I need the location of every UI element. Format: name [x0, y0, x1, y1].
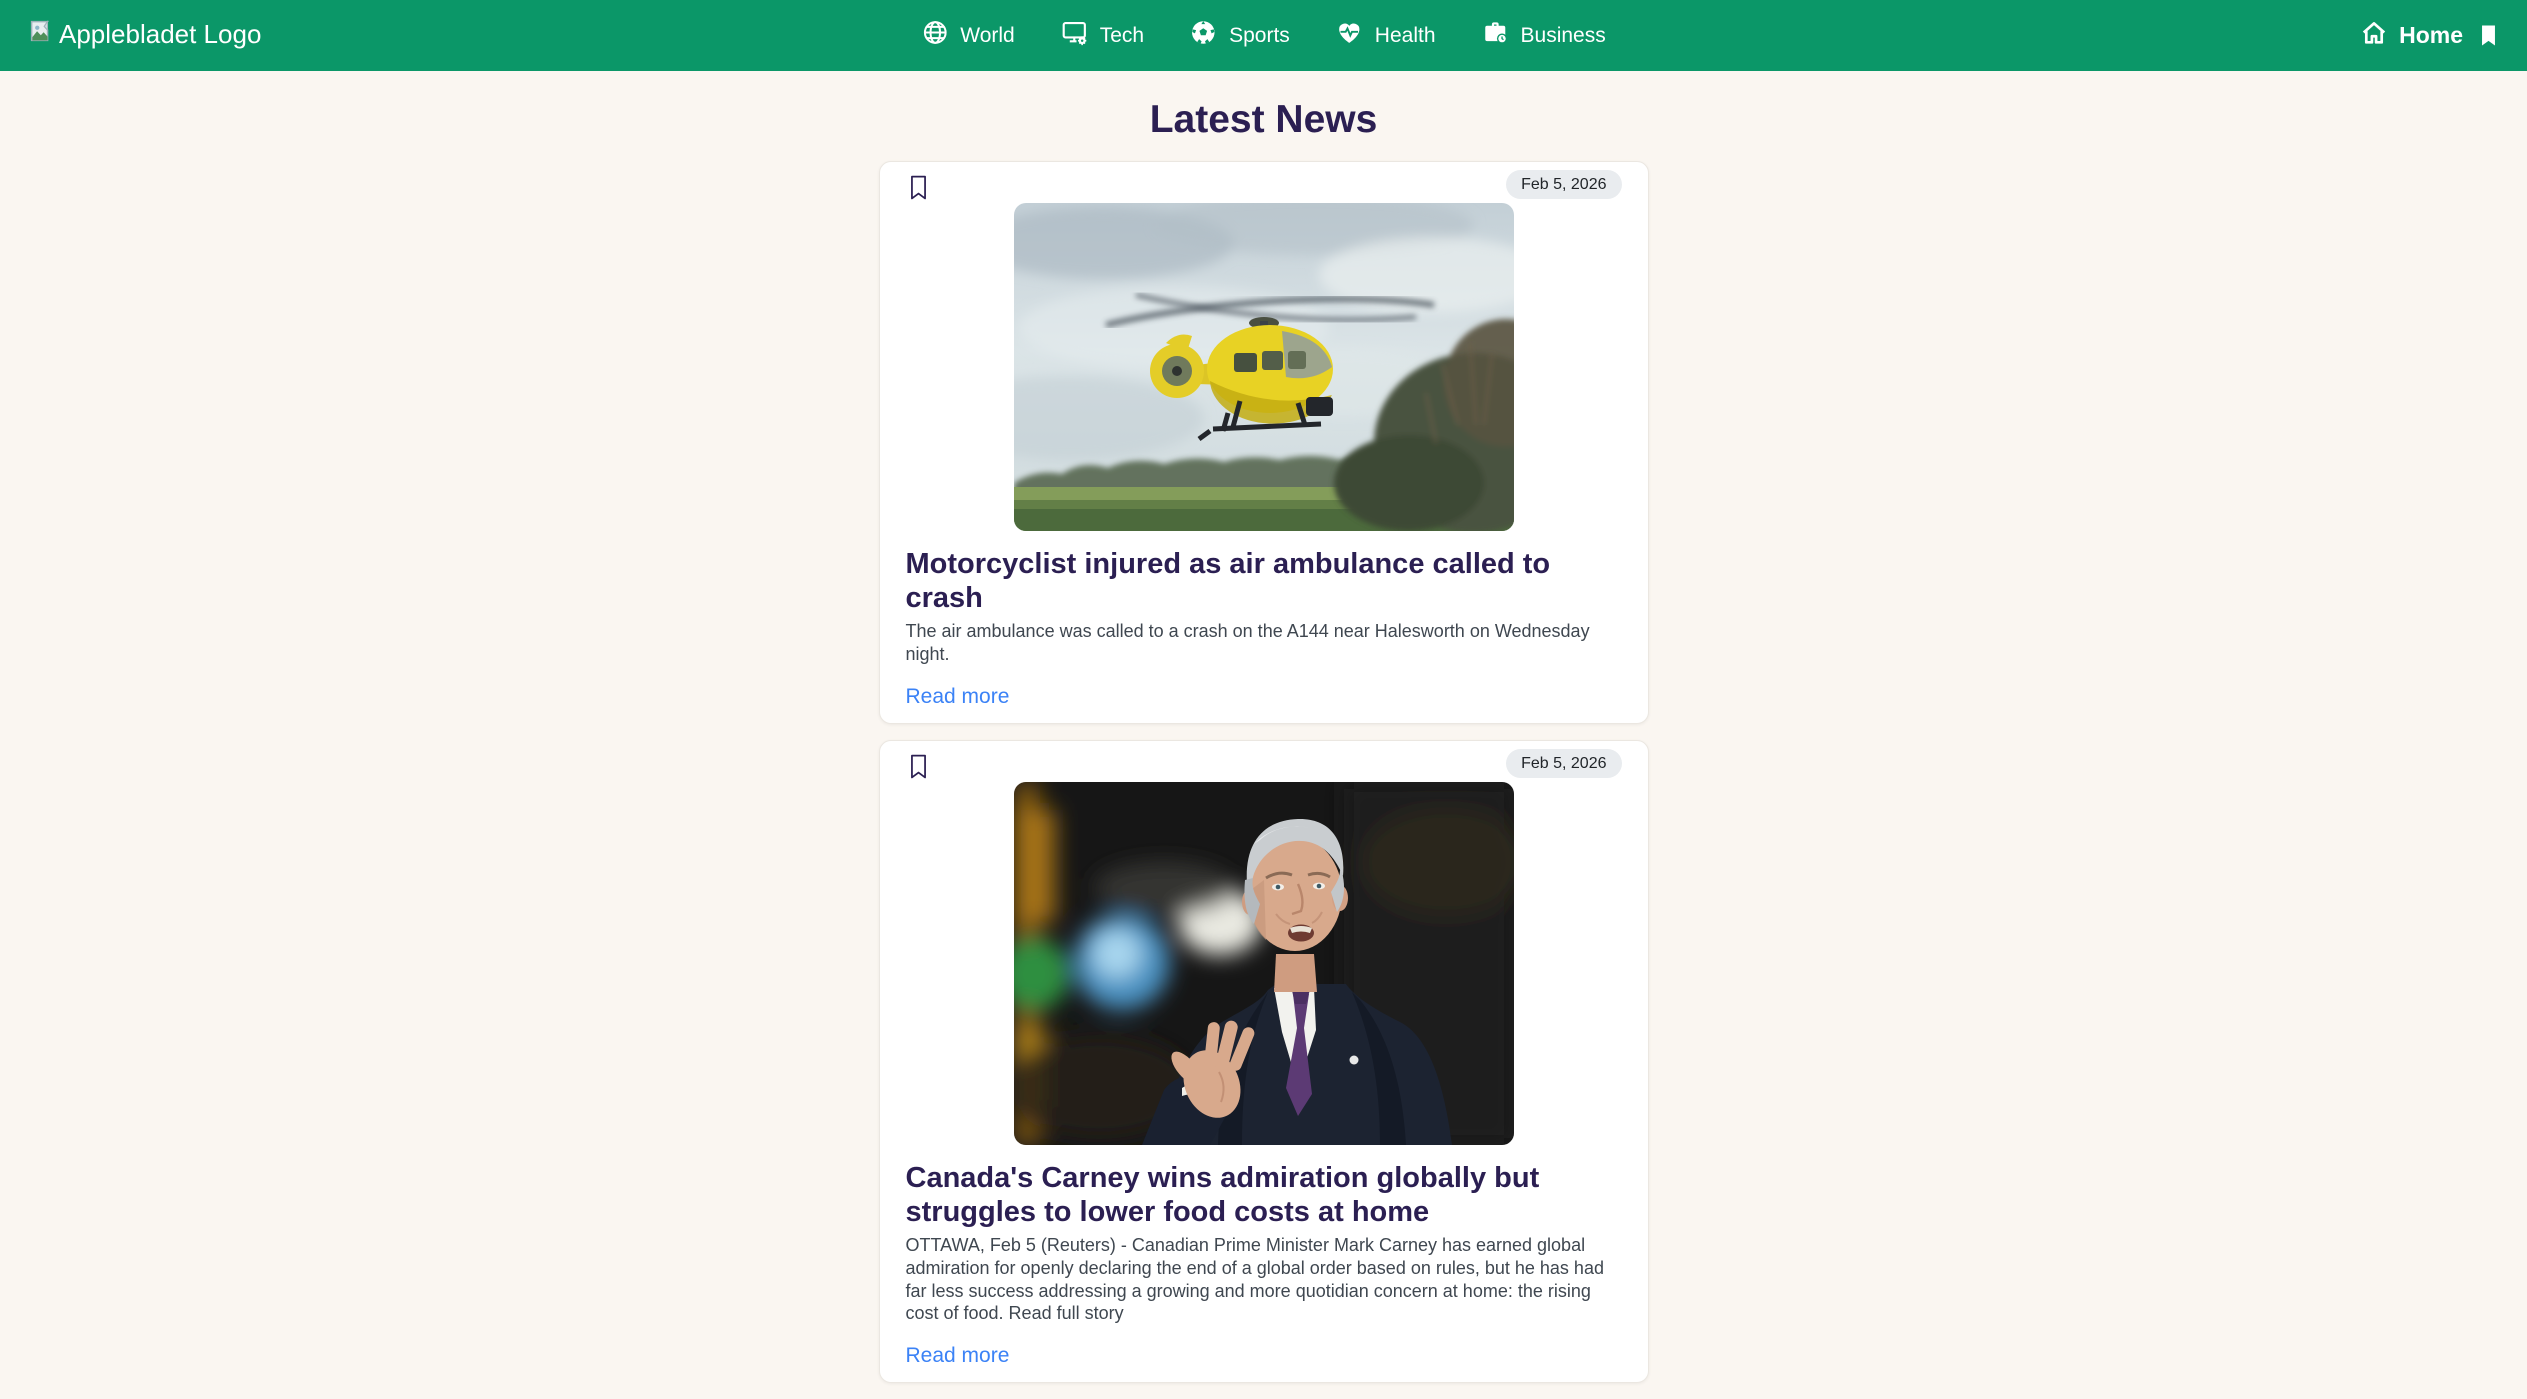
home-link[interactable]: Home	[2360, 19, 2463, 53]
monitor-gear-icon	[1061, 19, 1088, 52]
article-image-helicopter	[1014, 203, 1514, 531]
nav-item-sports[interactable]: Sports	[1190, 19, 1290, 52]
main-nav: World Tech	[921, 0, 1605, 71]
heart-pulse-icon	[1336, 19, 1363, 52]
article-card: Feb 5, 2026	[879, 740, 1649, 1383]
bookmark-outline-icon[interactable]	[908, 753, 929, 780]
soccer-ball-icon	[1190, 19, 1217, 52]
nav-label: World	[960, 24, 1014, 48]
read-more-link[interactable]: Read more	[906, 685, 1010, 709]
page-title: Latest News	[0, 98, 2527, 142]
article-card: Feb 5, 2026	[879, 161, 1649, 724]
logo-alt-text: Applebladet Logo	[59, 20, 261, 49]
article-date-badge: Feb 5, 2026	[1506, 170, 1621, 199]
article-title: Canada's Carney wins admiration globally…	[906, 1161, 1622, 1229]
bookmark-outline-icon[interactable]	[908, 174, 929, 201]
article-feed: Feb 5, 2026	[879, 161, 1649, 1399]
nav-item-tech[interactable]: Tech	[1061, 19, 1144, 52]
article-title: Motorcyclist injured as air ambulance ca…	[906, 547, 1622, 615]
nav-item-business[interactable]: Business	[1482, 19, 1606, 52]
article-date-badge: Feb 5, 2026	[1506, 749, 1621, 778]
globe-icon	[921, 19, 948, 52]
nav-label: Sports	[1229, 24, 1290, 48]
header-right-actions: Home	[2360, 19, 2501, 53]
card-top-row: Feb 5, 2026	[906, 749, 1622, 780]
nav-label: Business	[1521, 24, 1606, 48]
nav-label: Tech	[1100, 24, 1144, 48]
nav-label: Health	[1375, 24, 1436, 48]
article-summary: OTTAWA, Feb 5 (Reuters) - Canadian Prime…	[906, 1234, 1622, 1325]
site-logo-broken-image[interactable]: Applebladet Logo	[26, 20, 261, 52]
nav-item-health[interactable]: Health	[1336, 19, 1436, 52]
broken-image-icon	[26, 20, 56, 52]
bookmark-filled-icon[interactable]	[2476, 23, 2501, 48]
nav-item-world[interactable]: World	[921, 19, 1014, 52]
read-more-link[interactable]: Read more	[906, 1344, 1010, 1368]
briefcase-clock-icon	[1482, 19, 1509, 52]
article-summary: The air ambulance was called to a crash …	[906, 620, 1622, 665]
news-feed-page: Latest News Feb 5, 2026	[0, 98, 2527, 1399]
home-icon	[2360, 19, 2388, 53]
article-image-carney	[1014, 782, 1514, 1145]
home-label: Home	[2399, 22, 2463, 49]
top-navigation-bar: Applebladet Logo World	[0, 0, 2527, 71]
card-top-row: Feb 5, 2026	[906, 170, 1622, 201]
